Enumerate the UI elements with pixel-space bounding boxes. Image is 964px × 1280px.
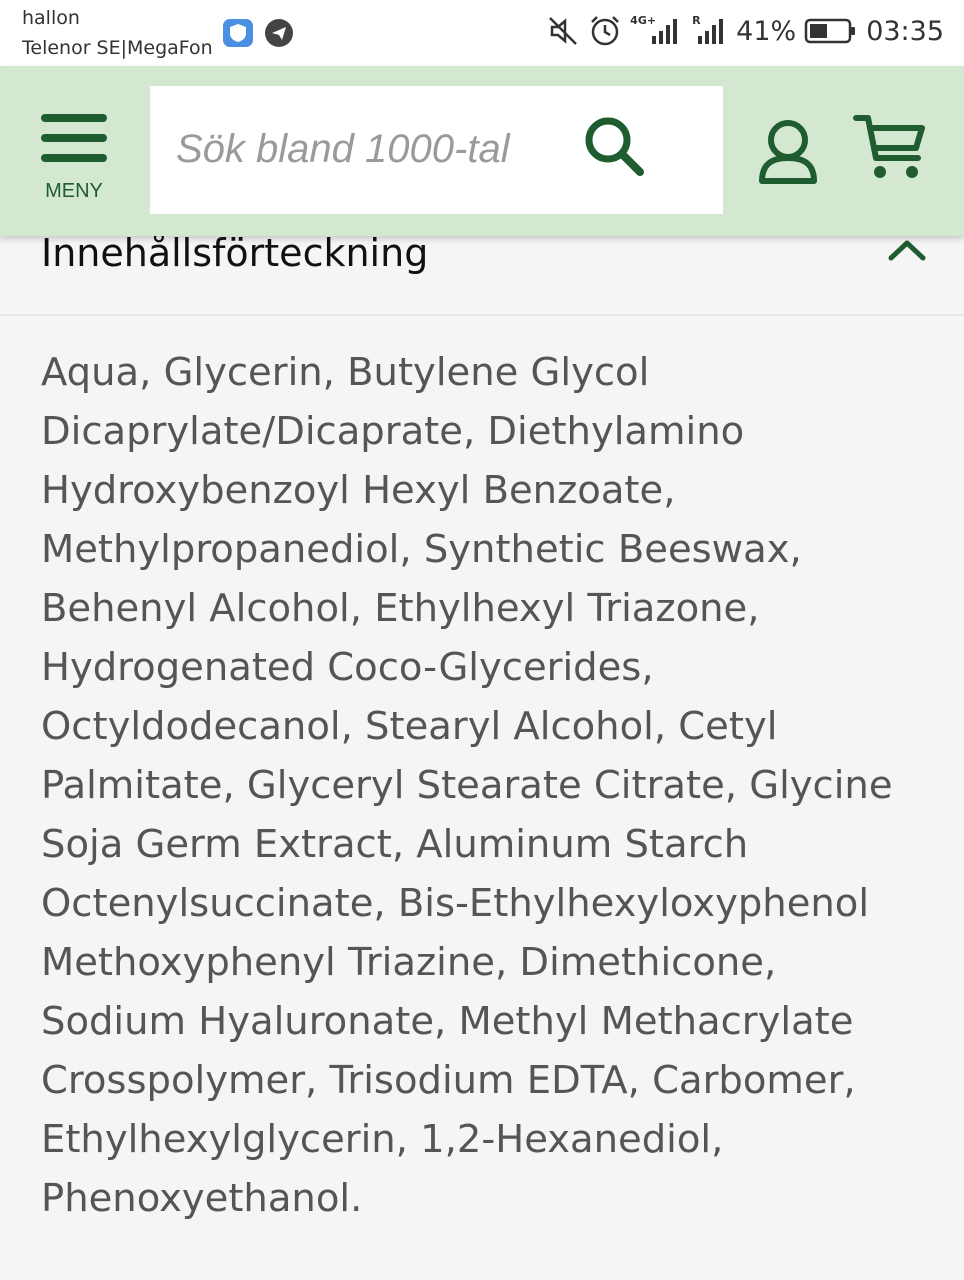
hamburger-icon-bar bbox=[41, 154, 107, 162]
carrier-network: Telenor SE|MegaFon bbox=[22, 37, 213, 59]
status-bar: hallon Telenor SE|MegaFon 4G+ R 41% 03:3… bbox=[0, 0, 964, 66]
app-header: MENY bbox=[0, 66, 964, 236]
search-input[interactable] bbox=[176, 116, 536, 182]
search-box[interactable] bbox=[150, 86, 723, 214]
alarm-icon bbox=[591, 16, 620, 46]
battery-percent: 41% bbox=[736, 15, 797, 47]
hamburger-icon-bar bbox=[41, 134, 107, 142]
signal-4g-icon: 4G+ bbox=[630, 14, 684, 48]
user-account-icon[interactable] bbox=[756, 118, 820, 186]
chevron-up-icon[interactable] bbox=[886, 236, 928, 264]
cart-icon[interactable] bbox=[852, 112, 928, 184]
ingredients-text: Aqua, Glycerin, Butylene Glycol Dicapryl… bbox=[41, 350, 893, 1221]
menu-button[interactable]: MENY bbox=[36, 110, 112, 210]
menu-label: MENY bbox=[45, 180, 103, 202]
clock: 03:35 bbox=[866, 15, 944, 47]
carrier-name: hallon bbox=[22, 7, 80, 29]
vpn-shield-icon bbox=[223, 19, 253, 47]
battery-icon bbox=[804, 18, 856, 44]
signal-roaming-icon: R bbox=[692, 14, 728, 48]
status-indicators: 4G+ R 41% 03:35 bbox=[546, 14, 944, 48]
ingredients-section-header[interactable]: Innehållsförteckning bbox=[0, 231, 964, 316]
telegram-icon bbox=[265, 19, 293, 47]
hamburger-icon-bar bbox=[41, 114, 107, 122]
notification-icons bbox=[222, 18, 294, 48]
search-icon[interactable] bbox=[582, 114, 648, 180]
section-title: Innehållsförteckning bbox=[41, 231, 429, 275]
mute-icon bbox=[549, 17, 578, 45]
